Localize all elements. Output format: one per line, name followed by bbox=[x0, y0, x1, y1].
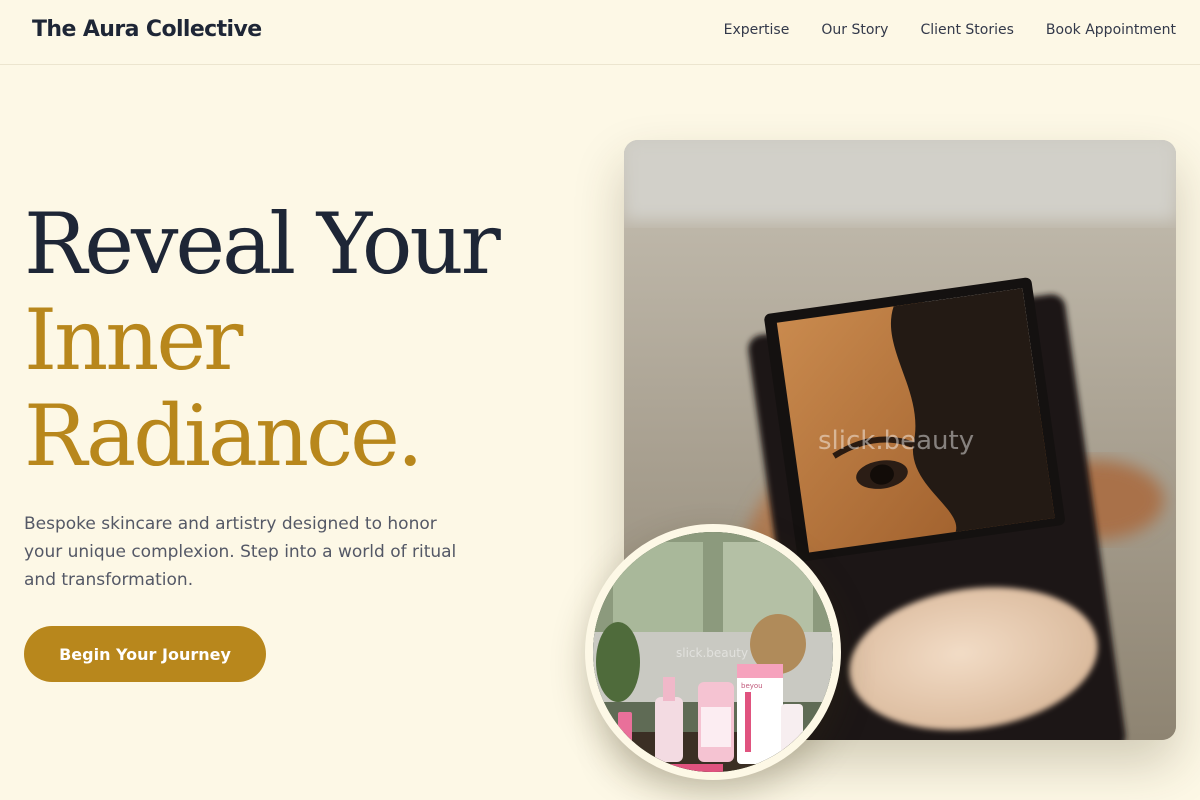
nav-link-client-stories[interactable]: Client Stories bbox=[920, 22, 1013, 38]
nav-link-expertise[interactable]: Expertise bbox=[724, 22, 790, 38]
begin-journey-button[interactable]: Begin Your Journey bbox=[24, 626, 266, 682]
main-nav: Expertise Our Story Client Stories Book … bbox=[724, 22, 1176, 38]
site-header: The Aura Collective Expertise Our Story … bbox=[0, 0, 1200, 65]
hero-headline: Reveal Your Inner Radiance. bbox=[24, 195, 501, 485]
headline-line-1: Reveal Your bbox=[24, 195, 501, 293]
hero-image-watermark: slick.beauty bbox=[818, 426, 975, 456]
product-label-brand: beyou bbox=[741, 682, 763, 690]
product-circle-image: slick.beauty beyou bbox=[585, 524, 841, 780]
nav-link-our-story[interactable]: Our Story bbox=[821, 22, 888, 38]
brand-logo[interactable]: The Aura Collective bbox=[32, 17, 262, 42]
hero-subtext: Bespoke skincare and artistry designed t… bbox=[24, 514, 457, 590]
nav-link-book-appointment[interactable]: Book Appointment bbox=[1046, 22, 1176, 38]
headline-line-3: Radiance. bbox=[24, 387, 424, 485]
headline-line-2: Inner bbox=[24, 291, 243, 389]
circle-image-watermark: slick.beauty bbox=[676, 646, 749, 660]
